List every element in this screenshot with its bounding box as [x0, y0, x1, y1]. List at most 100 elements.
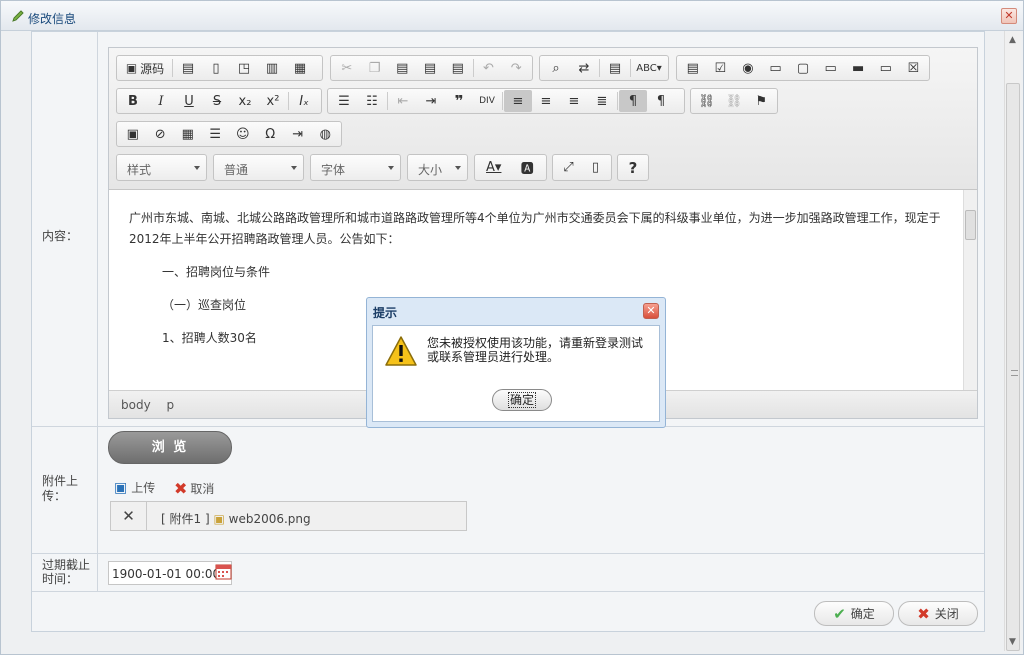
textarea-icon[interactable]: ▢: [789, 57, 817, 79]
blockquote-icon[interactable]: ❞: [445, 90, 473, 112]
button-field-icon[interactable]: ▬: [844, 57, 872, 79]
spellcheck-icon[interactable]: ABC▾: [632, 57, 666, 79]
superscript-icon[interactable]: x²: [259, 90, 287, 112]
align-left-icon[interactable]: ≡: [504, 90, 532, 112]
save-icon[interactable]: ▤: [174, 57, 202, 79]
remove-format-icon[interactable]: Iₓ: [290, 90, 318, 112]
templates-icon[interactable]: ▦: [286, 57, 314, 79]
radio-icon[interactable]: ◉: [734, 57, 762, 79]
horizontal-rule-icon[interactable]: ☰: [202, 123, 230, 145]
redo-icon[interactable]: ↷: [502, 57, 530, 79]
upload-label: 上传: [131, 481, 156, 495]
print-icon[interactable]: ▥: [258, 57, 286, 79]
strike-icon[interactable]: S: [203, 90, 231, 112]
source-button[interactable]: ▣ 源码: [119, 57, 171, 79]
paste-word-icon[interactable]: ▤: [444, 57, 472, 79]
replace-icon[interactable]: ⇄: [570, 57, 598, 79]
checkbox-icon[interactable]: ☑: [707, 57, 735, 79]
deadline-input[interactable]: 1900-01-01 00:00: [108, 561, 232, 585]
show-blocks-icon[interactable]: ▯: [582, 157, 609, 179]
alert-dialog: 提示 ✕ 您未被授权使用该功能，请重新登录测试或联系管理员进行处理。 确定: [366, 297, 666, 428]
new-page-icon[interactable]: ▯: [202, 57, 230, 79]
align-center-icon[interactable]: ≡: [532, 90, 560, 112]
flash-icon[interactable]: ⊘: [147, 123, 175, 145]
confirm-button[interactable]: ✔ 确定: [814, 601, 894, 626]
hidden-field-icon[interactable]: ☒: [900, 57, 928, 79]
textfield-icon[interactable]: ▭: [762, 57, 790, 79]
window-scrollbar[interactable]: ▲ ▼: [1004, 31, 1021, 651]
indent-icon[interactable]: ⇥: [417, 90, 445, 112]
attachment-item: ✕ [ 附件1 ] ▣ web2006.png: [110, 501, 467, 531]
find-icon[interactable]: ⌕: [542, 57, 570, 79]
cancel-upload-button[interactable]: ✖ 取消: [174, 479, 214, 498]
image-button-icon[interactable]: ▭: [872, 57, 900, 79]
row-divider: [32, 591, 984, 592]
scroll-down-icon[interactable]: ▼: [1009, 637, 1016, 647]
select-all-icon[interactable]: ▤: [601, 57, 629, 79]
link-icon[interactable]: ⛓: [693, 90, 720, 112]
confirm-label: 确定: [850, 607, 875, 621]
dialog-close-button[interactable]: ✕: [643, 303, 659, 319]
warning-triangle-icon: [385, 336, 417, 366]
anchor-icon[interactable]: ⚑: [748, 90, 775, 112]
window-titlebar: 修改信息 ✕: [1, 1, 1023, 31]
dialog-body: 您未被授权使用该功能，请重新登录测试或联系管理员进行处理。 确定: [372, 325, 660, 422]
about-icon[interactable]: ?: [620, 157, 646, 179]
cut-icon[interactable]: ✂: [333, 57, 361, 79]
close-label: 关闭: [934, 607, 959, 621]
preview-icon[interactable]: ◳: [230, 57, 258, 79]
ltr-icon[interactable]: ¶: [619, 90, 647, 112]
bg-color-icon[interactable]: 🅰: [511, 157, 545, 179]
scroll-thumb[interactable]: [1006, 83, 1020, 651]
paste-icon[interactable]: ▤: [388, 57, 416, 79]
align-right-icon[interactable]: ≡: [560, 90, 588, 112]
smiley-icon[interactable]: ☺: [229, 123, 257, 145]
div-container-icon[interactable]: DIV: [473, 90, 501, 112]
browse-button[interactable]: 浏 览: [108, 431, 232, 464]
image-icon[interactable]: ▣: [119, 123, 147, 145]
numbered-list-icon[interactable]: ☰: [330, 90, 358, 112]
calendar-icon[interactable]: [215, 562, 232, 580]
align-justify-icon[interactable]: ≣: [588, 90, 616, 112]
maximize-icon[interactable]: ⤢: [555, 157, 582, 179]
format-combo[interactable]: 普通: [213, 154, 304, 181]
path-body[interactable]: body: [121, 398, 151, 412]
special-char-icon[interactable]: Ω: [257, 123, 285, 145]
check-icon: ✔: [833, 604, 846, 623]
close-button[interactable]: ✖ 关闭: [898, 601, 978, 626]
paste-text-icon[interactable]: ▤: [416, 57, 444, 79]
editor-toolbar: ▣ 源码 ▤ ▯ ◳ ▥ ▦ ✂ ❐ ▤ ▤ ▤ ↶ ↷ ⌕ ⇄ ▤ ABC▾ …: [109, 48, 977, 190]
bulleted-list-icon[interactable]: ☷: [358, 90, 386, 112]
path-p[interactable]: p: [167, 398, 175, 412]
form-icon[interactable]: ▤: [679, 57, 707, 79]
row-divider: [32, 553, 984, 554]
table-icon[interactable]: ▦: [174, 123, 202, 145]
font-combo[interactable]: 字体: [310, 154, 401, 181]
bold-icon[interactable]: B: [119, 90, 147, 112]
dialog-ok-button[interactable]: 确定: [492, 389, 552, 411]
remove-attachment-icon[interactable]: ✕: [111, 502, 147, 530]
subscript-icon[interactable]: x₂: [231, 90, 259, 112]
select-field-icon[interactable]: ▭: [817, 57, 845, 79]
size-combo[interactable]: 大小: [407, 154, 468, 181]
window-close-button[interactable]: ✕: [1001, 8, 1017, 24]
unlink-icon[interactable]: ⛓: [720, 90, 747, 112]
editor-scrollbar[interactable]: [963, 190, 977, 390]
toolbar-group-colors: A▾ 🅰: [474, 154, 547, 181]
attachment-filename[interactable]: web2006.png: [229, 512, 311, 526]
rtl-icon[interactable]: ¶: [647, 90, 675, 112]
upload-button[interactable]: ▣ 上传: [114, 479, 155, 496]
scroll-up-icon[interactable]: ▲: [1009, 35, 1016, 45]
page-break-icon[interactable]: ⇥: [284, 123, 312, 145]
style-combo[interactable]: 样式: [116, 154, 207, 181]
text-color-icon[interactable]: A▾: [477, 157, 511, 179]
copy-icon[interactable]: ❐: [361, 57, 389, 79]
outdent-icon[interactable]: ⇤: [389, 90, 417, 112]
italic-icon[interactable]: I: [147, 90, 175, 112]
toolbar-group-forms: ▤ ☑ ◉ ▭ ▢ ▭ ▬ ▭ ☒: [676, 55, 930, 81]
underline-icon[interactable]: U: [175, 90, 203, 112]
iframe-icon[interactable]: ◍: [312, 123, 340, 145]
undo-icon[interactable]: ↶: [475, 57, 503, 79]
editor-scroll-thumb[interactable]: [965, 210, 976, 240]
edit-info-window: 修改信息 ✕ ▲ ▼ 内容： 附件上传： 过期截止时间： ▣ 源码 ▤ ▯ ◳ ▥…: [0, 0, 1024, 655]
